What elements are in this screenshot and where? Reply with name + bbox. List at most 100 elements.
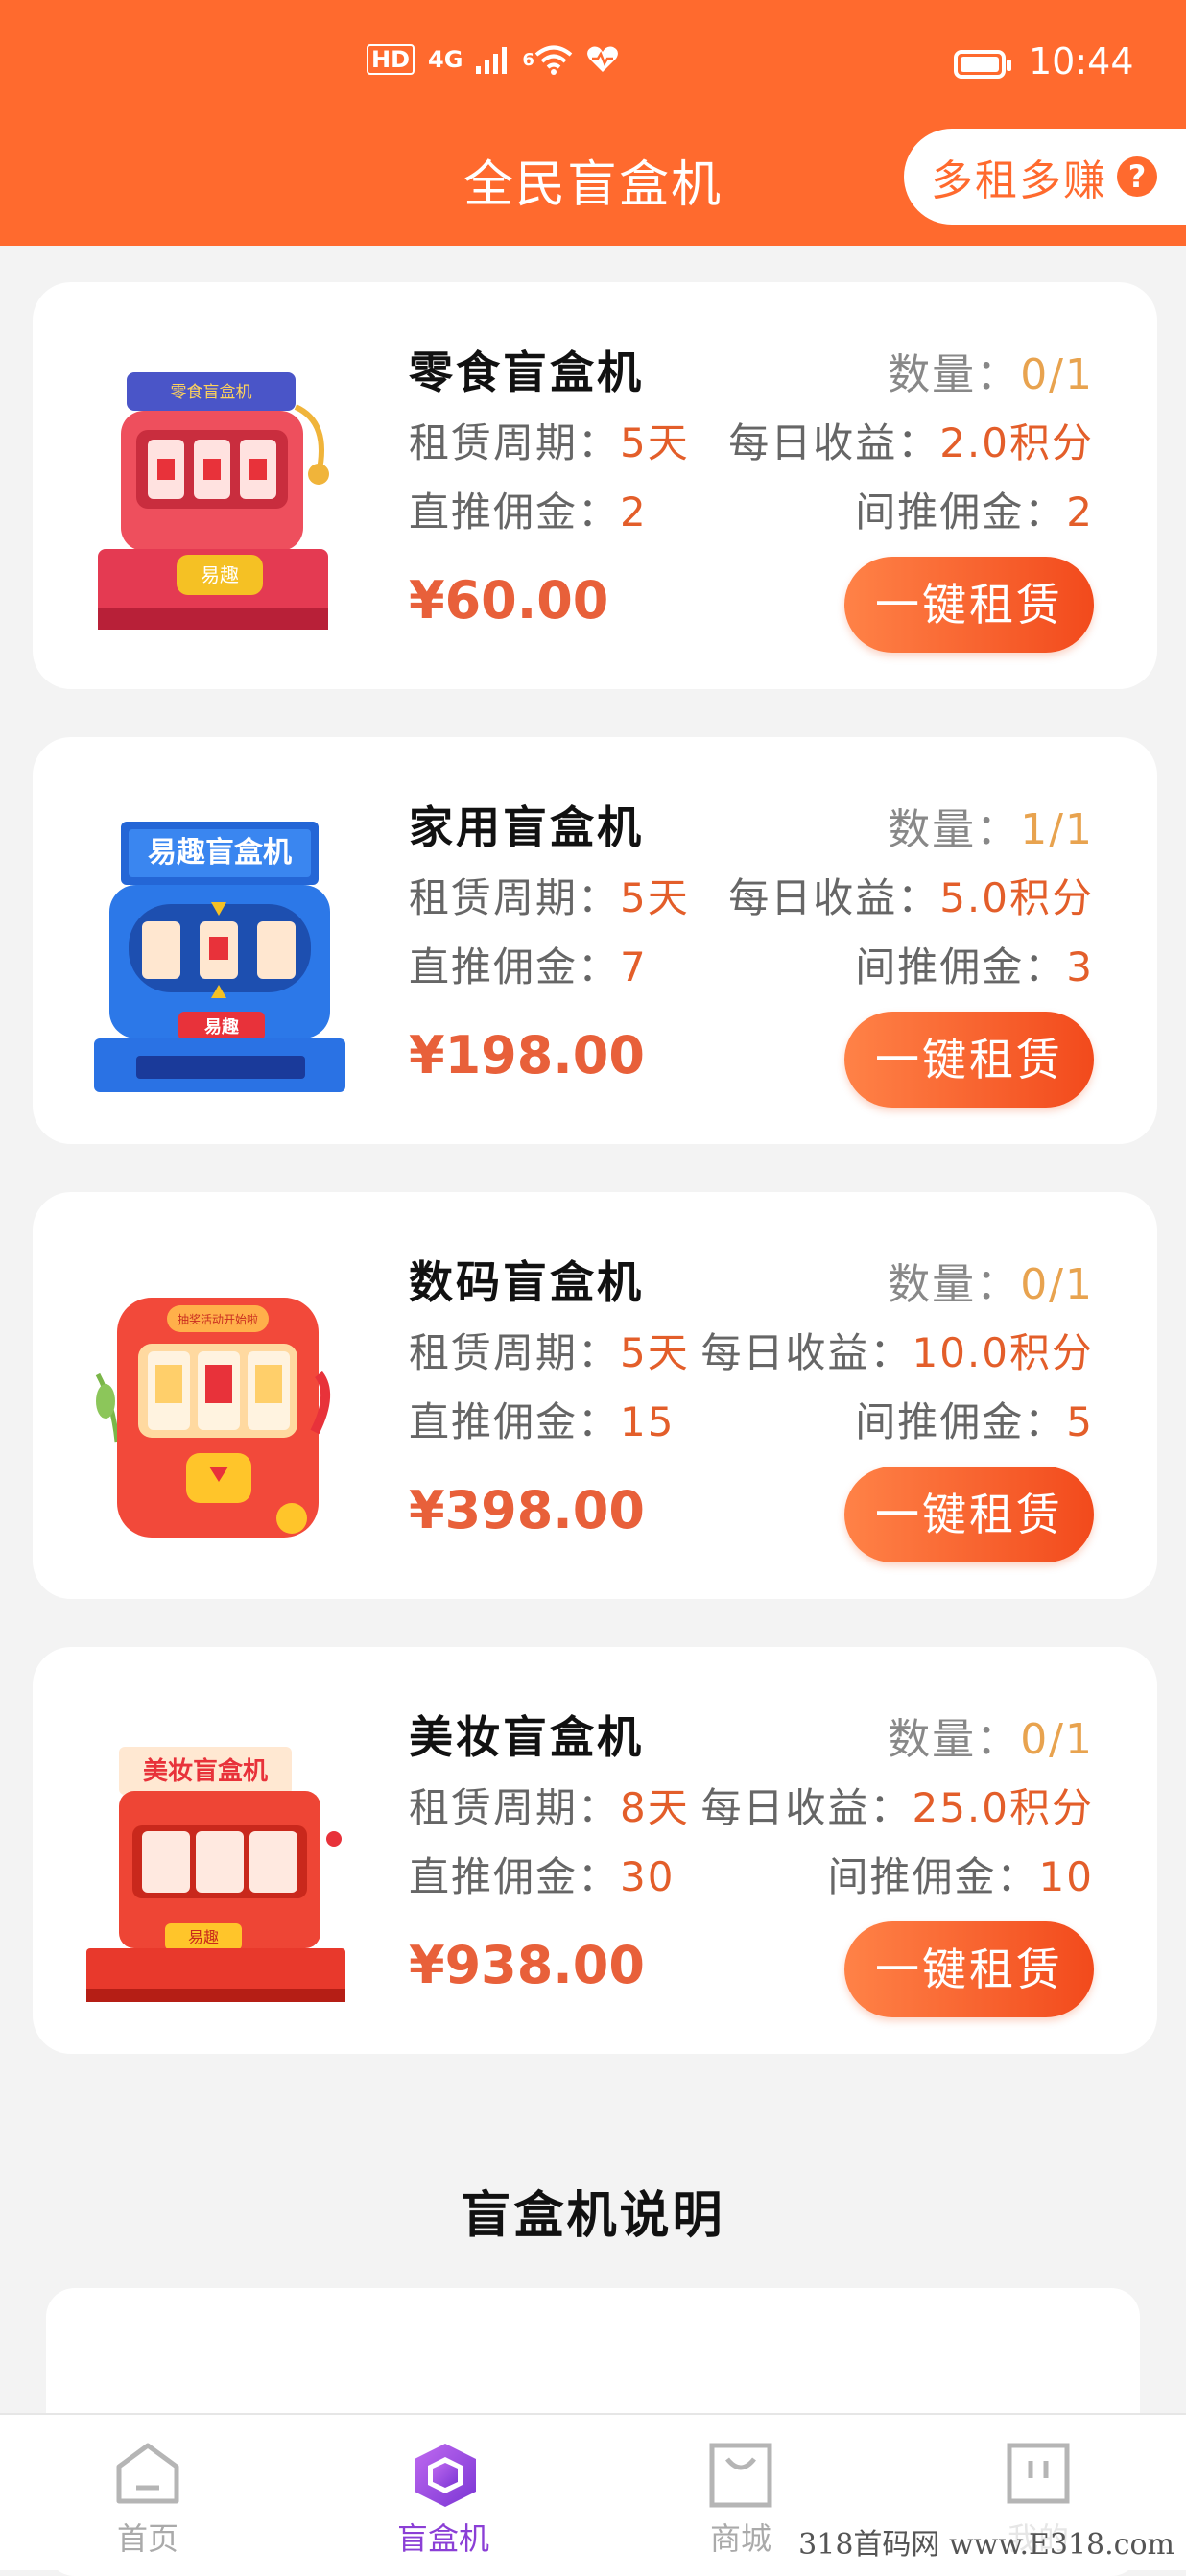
home-machine-sign-text: 易趣盲盒机 xyxy=(148,836,292,870)
battery-icon xyxy=(954,50,1011,79)
shop-bag-icon xyxy=(709,2443,772,2508)
daily-label: 每日收益： xyxy=(728,874,940,921)
quantity-label: 数量： xyxy=(888,350,1021,399)
direct-label: 直推佣金： xyxy=(409,1853,621,1900)
direct-label: 直推佣金： xyxy=(409,1398,621,1445)
digital-machine-image: 抽奖活动开始啦 xyxy=(95,1298,331,1538)
machine-card-snack: 零食盲盒机 易趣 零食盲盒机 数量：0/1 租赁周期：5天 每日收益：2.0积分… xyxy=(33,282,1157,689)
machine-price: ¥938.00 xyxy=(409,1935,645,1995)
direct-value: 15 xyxy=(620,1398,676,1445)
direct-commission: 直推佣金：7 xyxy=(409,935,648,993)
status-bar: HD 4G 6 10:44 xyxy=(0,36,1186,94)
nav-item-home[interactable]: 首页 xyxy=(52,2415,244,2570)
direct-label: 直推佣金： xyxy=(409,943,621,990)
quantity-value: 0/1 xyxy=(1020,1260,1094,1309)
signal-icon xyxy=(476,47,508,74)
explanation-title: 盲盒机说明 xyxy=(461,2187,725,2245)
indirect-commission: 间推佣金：5 xyxy=(855,1390,1094,1448)
machine-price: ¥398.00 xyxy=(409,1480,645,1540)
app-header: HD 4G 6 10:44 全民盲盒机 多租多赚 ? xyxy=(0,0,1186,246)
rent-button[interactable]: 一键租赁 xyxy=(844,1921,1094,2017)
period-label: 租赁周期： xyxy=(409,874,621,921)
snack-machine-sign-text: 零食盲盒机 xyxy=(171,383,252,402)
period-label: 租赁周期： xyxy=(409,1784,621,1831)
indirect-commission: 间推佣金：10 xyxy=(828,1845,1094,1903)
snack-machine-image: 零食盲盒机 易趣 xyxy=(98,372,329,630)
promo-label: 多租多赚 xyxy=(931,156,1107,205)
machine-card-digital: 抽奖活动开始啦 数码盲盒机 数量：0/1 租赁周期：5天 每日收益：10.0积分… xyxy=(33,1192,1157,1599)
health-heart-icon xyxy=(587,46,618,72)
direct-commission: 直推佣金：15 xyxy=(409,1390,675,1448)
blindbox-icon xyxy=(415,2444,476,2507)
machine-quantity: 数量：0/1 xyxy=(888,1250,1094,1311)
home-machine-image: 易趣盲盒机 易趣 xyxy=(94,822,345,1092)
rent-button[interactable]: 一键租赁 xyxy=(844,1012,1094,1108)
daily-income: 每日收益：10.0积分 xyxy=(700,1321,1094,1379)
period-value: 5天 xyxy=(620,874,690,921)
direct-commission: 直推佣金：2 xyxy=(409,480,648,538)
indirect-commission: 间推佣金：3 xyxy=(855,935,1094,993)
network-4g-label: 4G xyxy=(428,46,463,73)
rental-period: 租赁周期：5天 xyxy=(409,866,690,924)
direct-value: 2 xyxy=(620,489,648,536)
period-label: 租赁周期： xyxy=(409,419,621,466)
machine-quantity: 数量：1/1 xyxy=(888,795,1094,856)
period-label: 租赁周期： xyxy=(409,1329,621,1376)
nav-item-blindbox[interactable]: 盲盒机 xyxy=(347,2415,539,2570)
indirect-commission: 间推佣金：2 xyxy=(855,480,1094,538)
nav-label-home: 首页 xyxy=(116,2520,178,2557)
indirect-label: 间推佣金： xyxy=(855,1398,1067,1445)
daily-income: 每日收益：2.0积分 xyxy=(728,411,1094,469)
indirect-value: 3 xyxy=(1066,943,1094,990)
rental-period: 租赁周期：5天 xyxy=(409,411,690,469)
watermark-text: 318首码网 www.E318.com xyxy=(798,2520,1174,2563)
machine-name: 数码盲盒机 xyxy=(409,1256,644,1308)
wifi-badge-label: 6 xyxy=(522,49,534,70)
rent-button[interactable]: 一键租赁 xyxy=(844,1467,1094,1562)
daily-value: 10.0积分 xyxy=(912,1329,1094,1376)
machine-name: 美妆盲盒机 xyxy=(409,1711,644,1763)
promo-multi-rent-button[interactable]: 多租多赚 ? xyxy=(904,129,1186,225)
period-value: 5天 xyxy=(620,1329,690,1376)
direct-commission: 直推佣金：30 xyxy=(409,1845,675,1903)
machine-price: ¥60.00 xyxy=(409,570,609,631)
quantity-label: 数量： xyxy=(888,1260,1021,1309)
indirect-value: 2 xyxy=(1066,489,1094,536)
home-icon xyxy=(116,2443,179,2504)
quantity-value: 0/1 xyxy=(1020,1715,1094,1764)
quantity-value: 1/1 xyxy=(1020,805,1094,854)
digital-machine-sign-text: 抽奖活动开始啦 xyxy=(178,1312,258,1326)
indirect-value: 5 xyxy=(1066,1398,1094,1445)
quantity-label: 数量： xyxy=(888,805,1021,854)
direct-value: 7 xyxy=(620,943,648,990)
daily-income: 每日收益：25.0积分 xyxy=(700,1776,1094,1834)
indirect-label: 间推佣金： xyxy=(855,489,1067,536)
direct-label: 直推佣金： xyxy=(409,489,621,536)
indirect-label: 间推佣金： xyxy=(827,1853,1039,1900)
status-time: 10:44 xyxy=(1029,40,1134,83)
rent-button[interactable]: 一键租赁 xyxy=(844,557,1094,653)
wifi-icon xyxy=(534,45,573,75)
daily-label: 每日收益： xyxy=(700,1329,913,1376)
machine-quantity: 数量：0/1 xyxy=(888,1705,1094,1766)
help-icon[interactable]: ? xyxy=(1117,156,1157,197)
machine-name: 零食盲盒机 xyxy=(409,346,644,398)
nav-label-blindbox: 盲盒机 xyxy=(396,2520,489,2557)
rental-period: 租赁周期：8天 xyxy=(409,1776,690,1834)
beauty-machine-image: 美妆盲盒机 易趣 xyxy=(86,1747,345,2002)
daily-label: 每日收益： xyxy=(700,1784,913,1831)
daily-value: 2.0积分 xyxy=(939,419,1094,466)
rental-period: 租赁周期：5天 xyxy=(409,1321,690,1379)
snack-machine-button-text: 易趣 xyxy=(201,563,239,586)
beauty-machine-sign-text: 美妆盲盒机 xyxy=(143,1756,268,1786)
period-value: 5天 xyxy=(620,419,690,466)
indirect-label: 间推佣金： xyxy=(855,943,1067,990)
daily-value: 5.0积分 xyxy=(939,874,1094,921)
hd-badge: HD xyxy=(367,44,415,75)
direct-value: 30 xyxy=(620,1853,676,1900)
daily-income: 每日收益：5.0积分 xyxy=(728,866,1094,924)
machine-card-home: 易趣盲盒机 易趣 家用盲盒机 数量：1/1 租赁周期：5天 每日收益：5.0积分… xyxy=(33,737,1157,1144)
profile-icon xyxy=(1007,2443,1070,2504)
home-machine-button-text: 易趣 xyxy=(204,1017,240,1038)
beauty-machine-button-text: 易趣 xyxy=(188,1928,219,1946)
